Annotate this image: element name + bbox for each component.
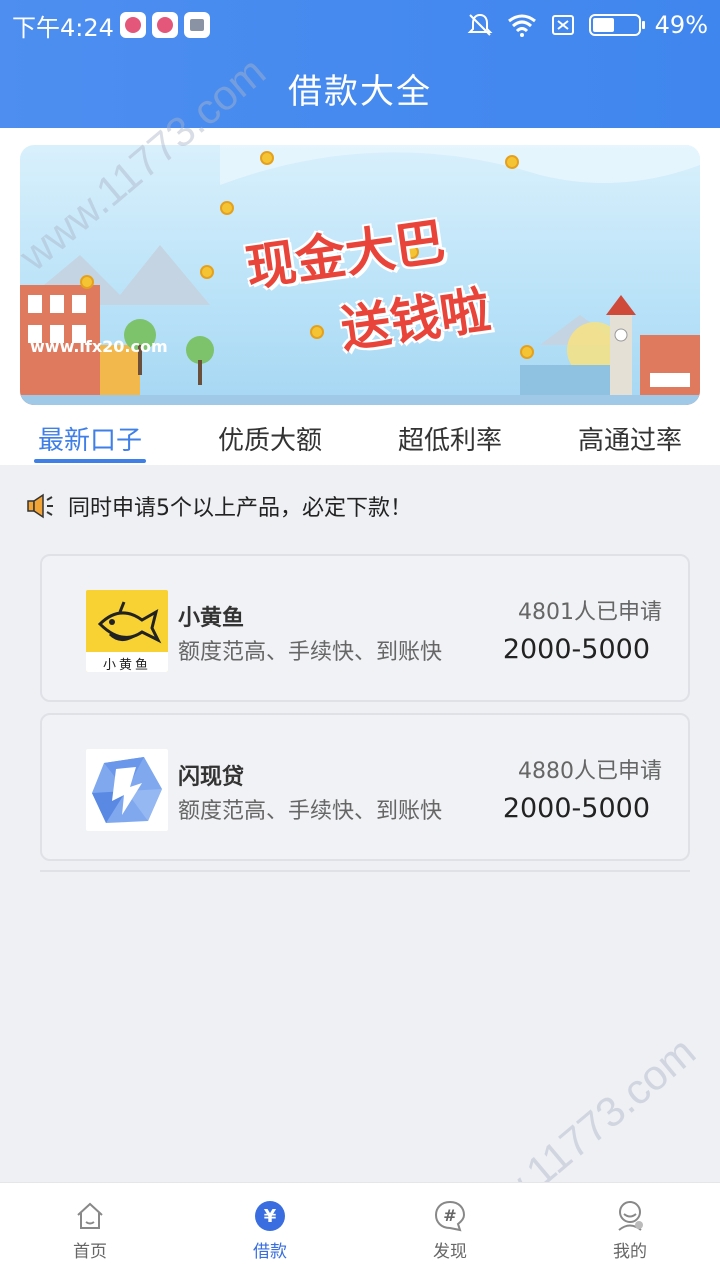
user-icon — [613, 1199, 647, 1233]
applicant-count: 4880人已申请 — [518, 759, 662, 784]
no-sim-icon — [551, 15, 574, 35]
xiaohuangyu-logo: 小黄鱼 — [86, 590, 168, 672]
notice-text: 同时申请5个以上产品，必定下款！ — [68, 496, 412, 521]
status-bar: 下午4:24 49% — [0, 0, 720, 50]
tabbar-label: 发现 — [433, 1242, 467, 1262]
notification-app-icon — [119, 12, 146, 38]
amount-range: 2000-5000 — [502, 793, 650, 824]
lightning-icon — [92, 757, 162, 823]
bottom-tab-bar: 首页 ¥ 借款 # 发现 我的 — [0, 1182, 720, 1280]
app-header: 下午4:24 49% 借款大全 — [0, 0, 720, 128]
applicant-count: 4801人已申请 — [518, 600, 662, 625]
notification-app-icon — [151, 12, 178, 38]
xiaohuangyu-logo-caption: 小黄鱼 — [102, 658, 151, 672]
shanxiandai-logo — [86, 749, 168, 831]
tabbar-home[interactable]: 首页 — [0, 1183, 180, 1280]
category-tabs: 最新口子 优质大额 超低利率 高通过率 — [0, 418, 720, 465]
tabbar-label: 我的 — [613, 1242, 647, 1262]
tabbar-discover[interactable]: # 发现 — [360, 1183, 540, 1280]
banner-section: 现金大巴 送钱啦 www.lfx20.com 最新口子 优质大额 超低利率 高通… — [0, 128, 720, 465]
banner-url: www.lfx20.com — [30, 337, 168, 356]
tabbar-label: 首页 — [73, 1242, 107, 1262]
yen-icon: ¥ — [253, 1199, 287, 1233]
product-name: 小黄鱼 — [178, 606, 245, 631]
amount-range: 2000-5000 — [502, 634, 650, 665]
battery-level — [592, 18, 615, 32]
status-time: 下午4:24 — [12, 13, 114, 42]
battery-percent: 49% — [654, 11, 708, 39]
wifi-icon — [507, 14, 536, 37]
speaker-icon — [27, 493, 53, 519]
product-description: 额度范高、手续快、到账快 — [178, 640, 443, 665]
promo-banner[interactable]: 现金大巴 送钱啦 www.lfx20.com — [20, 145, 700, 405]
product-description: 额度范高、手续快、到账快 — [178, 799, 443, 824]
notice-bar: 同时申请5个以上产品，必定下款！ — [26, 490, 412, 522]
home-icon — [73, 1199, 107, 1233]
tabbar-mine[interactable]: 我的 — [540, 1183, 720, 1280]
mute-bell-icon — [467, 13, 493, 36]
svg-text:#: # — [443, 1206, 456, 1225]
hashtag-chat-icon: # — [433, 1199, 467, 1233]
tabbar-label: 借款 — [253, 1242, 287, 1262]
product-name: 闪现贷 — [178, 765, 245, 790]
list-divider — [40, 870, 690, 872]
tab-high-pass-rate[interactable]: 高通过率 — [540, 418, 720, 465]
page-title: 借款大全 — [288, 72, 432, 112]
product-card-xiaohuangyu[interactable]: 小黄鱼 小黄鱼 额度范高、手续快、到账快 4801人已申请 2000-5000 — [40, 554, 690, 702]
product-card-shanxiandai[interactable]: 闪现贷 额度范高、手续快、到账快 4880人已申请 2000-5000 — [40, 713, 690, 861]
tab-high-quality[interactable]: 优质大额 — [180, 418, 360, 465]
notification-message-icon — [183, 12, 210, 38]
battery-icon — [588, 14, 645, 36]
tab-low-rate[interactable]: 超低利率 — [360, 418, 540, 465]
tabbar-loan[interactable]: ¥ 借款 — [180, 1183, 360, 1280]
tab-latest[interactable]: 最新口子 — [0, 418, 180, 465]
